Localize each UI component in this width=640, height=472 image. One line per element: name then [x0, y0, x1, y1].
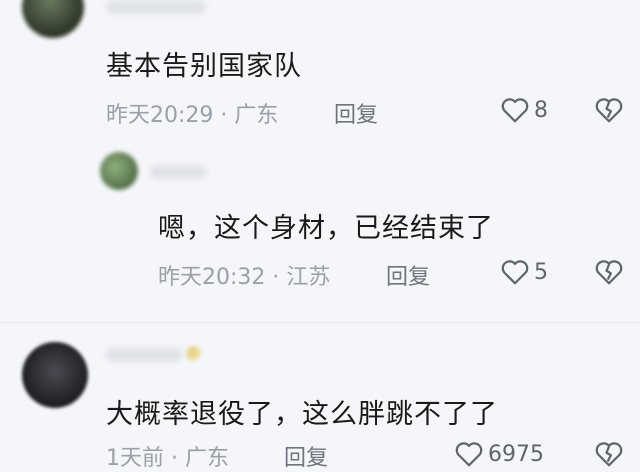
- dislike-button[interactable]: [594, 440, 624, 472]
- like-count: 8: [534, 97, 548, 123]
- comment-location: 广东: [234, 103, 279, 128]
- reply-button[interactable]: 回复: [284, 440, 328, 472]
- broken-heart-icon: [595, 260, 623, 285]
- username-blurred[interactable]: [106, 348, 182, 362]
- like-count: 5: [534, 259, 548, 285]
- comment-meta: 1天前 · 广东: [106, 440, 229, 472]
- comment-time: 1天前: [106, 446, 164, 471]
- like-button[interactable]: 8: [500, 96, 548, 124]
- comment-time: 昨天20:29: [106, 103, 214, 128]
- like-count: 6975: [488, 441, 544, 467]
- comment-meta: 昨天20:32 · 江苏: [158, 259, 330, 291]
- broken-heart-icon: [595, 442, 623, 467]
- heart-outline-icon: [455, 442, 483, 467]
- divider: [0, 322, 640, 323]
- comment-time: 昨天20:32: [158, 265, 266, 290]
- comment-text: 嗯，这个身材，已经结束了: [158, 213, 494, 244]
- comment-location: 广东: [185, 446, 230, 471]
- user-badge-icon: [186, 346, 200, 360]
- comment-text: 基本告别国家队: [106, 51, 302, 82]
- like-button[interactable]: 6975: [454, 440, 544, 468]
- heart-outline-icon: [501, 98, 529, 123]
- dislike-button[interactable]: [594, 258, 624, 290]
- meta-separator: ·: [220, 103, 228, 128]
- reply-button[interactable]: 回复: [386, 259, 430, 291]
- comment-location: 江苏: [286, 265, 331, 290]
- avatar[interactable]: [100, 152, 138, 190]
- heart-outline-icon: [501, 260, 529, 285]
- avatar[interactable]: [22, 342, 88, 408]
- meta-separator: ·: [171, 446, 178, 471]
- broken-heart-icon: [595, 98, 623, 123]
- username-blurred[interactable]: [150, 165, 206, 179]
- dislike-button[interactable]: [594, 96, 624, 128]
- like-button[interactable]: 5: [500, 258, 548, 286]
- username-blurred[interactable]: [106, 0, 206, 14]
- comment-text: 大概率退役了，这么胖跳不了了: [106, 399, 498, 430]
- avatar[interactable]: [22, 0, 84, 38]
- reply-button[interactable]: 回复: [334, 97, 378, 129]
- comment-meta: 昨天20:29 · 广东: [106, 97, 278, 129]
- meta-separator: ·: [272, 265, 280, 290]
